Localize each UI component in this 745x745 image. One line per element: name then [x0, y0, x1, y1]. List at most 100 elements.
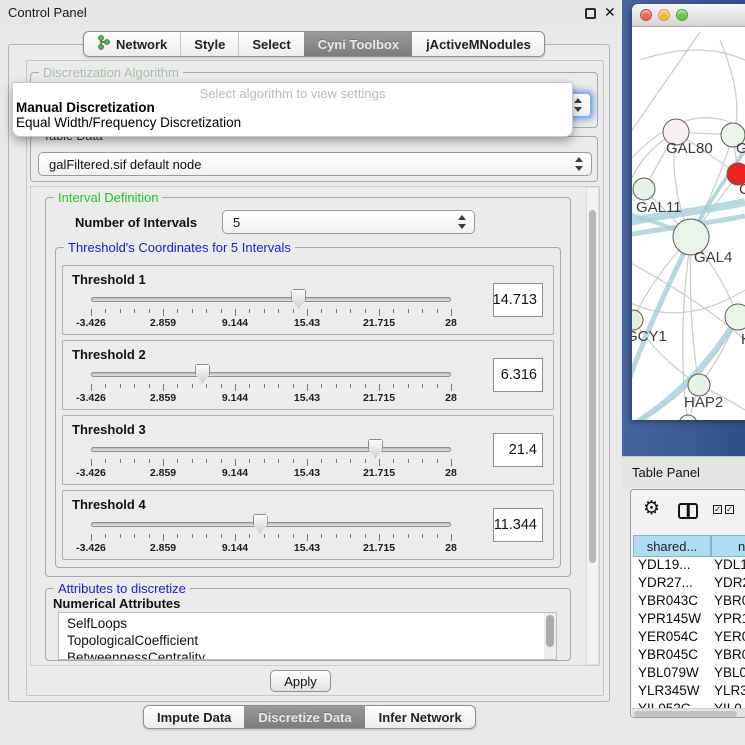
threshold-box: Threshold 2-3.4262.8599.14415.4321.71528…	[62, 340, 554, 410]
list-item[interactable]: BetweennessCentrality	[67, 649, 556, 660]
threshold-label: Threshold 1	[72, 272, 146, 287]
table-row[interactable]: YDL19... YDL1	[632, 557, 745, 575]
threshold-value-field[interactable]: 6.316	[493, 358, 543, 392]
table-data-combo[interactable]: galFiltered.sif default node	[38, 152, 592, 176]
algorithm-option[interactable]: Equal Width/Frequency Discretization	[13, 115, 572, 130]
slider-tick	[249, 384, 250, 388]
zoom-light-green-icon[interactable]	[676, 9, 688, 21]
slider-thumb[interactable]	[368, 439, 383, 458]
table-row[interactable]: YBR045C YBR0	[632, 647, 745, 665]
column-header-name[interactable]: n...	[711, 535, 745, 557]
tab-label: Select	[252, 37, 290, 52]
slider-tick	[206, 384, 207, 388]
cell-shared-name[interactable]: YER054C	[638, 629, 698, 644]
apply-button[interactable]: Apply	[270, 670, 331, 692]
network-edge[interactable]	[632, 32, 700, 130]
slider-thumb[interactable]	[195, 364, 210, 383]
tab-jactivemnodules[interactable]: jActiveMNodules	[412, 32, 544, 56]
threshold-value-field[interactable]: 11.344	[493, 508, 543, 542]
cell-name[interactable]: YPR1	[714, 611, 745, 626]
tab-select[interactable]: Select	[238, 32, 303, 56]
network-view-window[interactable]: GAL80GACGAL11GAL4GCY1HHAP2	[632, 4, 745, 420]
number-of-intervals-label: Number of Intervals	[75, 215, 197, 230]
table-row[interactable]: YER054C YER0	[632, 629, 745, 647]
slider-tick-label: -3.426	[76, 392, 106, 404]
list-item[interactable]: SelfLoops	[67, 615, 556, 632]
cell-shared-name[interactable]: YBR045C	[638, 647, 698, 662]
tab-infer-network[interactable]: Infer Network	[365, 706, 475, 728]
scrollbar-thumb[interactable]	[589, 210, 596, 563]
minimize-light-yellow-icon[interactable]	[658, 9, 670, 21]
table-row[interactable]: YBR043C YBR0	[632, 593, 745, 611]
checkbox-icon[interactable]: ✓	[725, 505, 734, 514]
number-of-intervals-combo[interactable]: 5	[222, 210, 475, 234]
slider-tick	[249, 459, 250, 463]
cell-shared-name[interactable]: YBL079W	[638, 665, 699, 680]
float-window-icon[interactable]	[585, 8, 596, 19]
network-node-gal11[interactable]	[633, 178, 655, 200]
cell-name[interactable]: YBR0	[714, 647, 745, 662]
tab-cyni-toolbox[interactable]: Cyni Toolbox	[304, 32, 412, 56]
slider-track[interactable]	[91, 522, 451, 527]
threshold-value-field[interactable]: 14.713	[493, 283, 543, 317]
network-node-gcy1[interactable]	[632, 310, 643, 330]
cell-name[interactable]: YBR0	[714, 593, 745, 608]
threshold-label: Threshold 3	[72, 422, 146, 437]
network-graph[interactable]: GAL80GACGAL11GAL4GCY1HHAP2	[632, 28, 745, 420]
slider-track[interactable]	[91, 372, 451, 377]
cell-name[interactable]: YDL1	[714, 557, 745, 572]
cell-name[interactable]: YLR3	[714, 683, 745, 698]
cell-shared-name[interactable]: YLR345W	[638, 683, 700, 698]
tab-network[interactable]: Network	[84, 32, 180, 56]
network-canvas[interactable]: GAL80GACGAL11GAL4GCY1HHAP2	[632, 28, 745, 420]
threshold-box: Threshold 3-3.4262.8599.14415.4321.71528…	[62, 415, 554, 485]
slider-track[interactable]	[91, 447, 451, 452]
table-row[interactable]: YLR345W YLR3	[632, 683, 745, 701]
tab-style[interactable]: Style	[180, 32, 238, 56]
slider-tick	[206, 534, 207, 538]
cell-shared-name[interactable]: YBR043C	[638, 593, 698, 608]
column-header-shared-name[interactable]: shared...	[633, 535, 711, 557]
slider-tick	[393, 459, 394, 463]
threshold-value-field[interactable]: 21.4	[493, 433, 543, 467]
close-light-red-icon[interactable]	[640, 9, 652, 21]
tab-label: Network	[116, 37, 167, 52]
table-row[interactable]: YPR145W YPR1	[632, 611, 745, 629]
tab-impute-data[interactable]: Impute Data	[144, 706, 244, 728]
table-data-combo-value: galFiltered.sif default node	[49, 157, 201, 172]
network-window-titlebar[interactable]	[632, 4, 745, 27]
list-item[interactable]: TopologicalCoefficient	[67, 632, 556, 649]
list-scrollbar[interactable]	[544, 613, 556, 659]
gear-icon[interactable]: ⚙	[643, 497, 660, 520]
network-node-label: GAL80	[666, 140, 713, 157]
combo-stepper-icon[interactable]	[458, 215, 467, 229]
network-node-hap2[interactable]	[688, 374, 710, 396]
cell-shared-name[interactable]: YDR27...	[638, 575, 693, 590]
slider-thumb[interactable]	[253, 514, 268, 533]
vertical-scrollbar[interactable]	[586, 187, 599, 665]
close-icon[interactable]: ✕	[604, 4, 616, 21]
cell-shared-name[interactable]: YDL19...	[638, 557, 691, 572]
table-row[interactable]: YDR27... YDR2	[632, 575, 745, 593]
horizontal-scrollbar[interactable]	[632, 708, 745, 718]
combo-stepper-icon[interactable]	[575, 157, 584, 171]
tab-discretize-data[interactable]: Discretize Data	[244, 706, 364, 728]
slider-tick	[177, 459, 178, 463]
checkbox-icon[interactable]: ✓	[713, 505, 722, 514]
attributes-listbox[interactable]: SelfLoopsTopologicalCoefficientBetweenne…	[58, 612, 557, 660]
slider-thumb[interactable]	[291, 289, 306, 308]
cell-name[interactable]: YDR2	[714, 575, 745, 590]
scrollbar-thumb[interactable]	[546, 615, 554, 647]
cell-name[interactable]: YBL0	[714, 665, 745, 680]
algorithm-option[interactable]: Manual Discretization	[13, 100, 572, 115]
scrollbar-thumb[interactable]	[634, 711, 737, 717]
slider-tick	[437, 309, 438, 313]
slider-track[interactable]	[91, 297, 451, 302]
table-row[interactable]: YBL079W YBL0	[632, 665, 745, 683]
cell-shared-name[interactable]: YPR145W	[638, 611, 701, 626]
split-view-icon[interactable]	[678, 503, 698, 519]
combo-stepper-icon[interactable]	[574, 98, 583, 112]
network-node[interactable]	[679, 415, 697, 420]
cell-name[interactable]: YER0	[714, 629, 745, 644]
network-edge[interactable]	[640, 50, 745, 60]
